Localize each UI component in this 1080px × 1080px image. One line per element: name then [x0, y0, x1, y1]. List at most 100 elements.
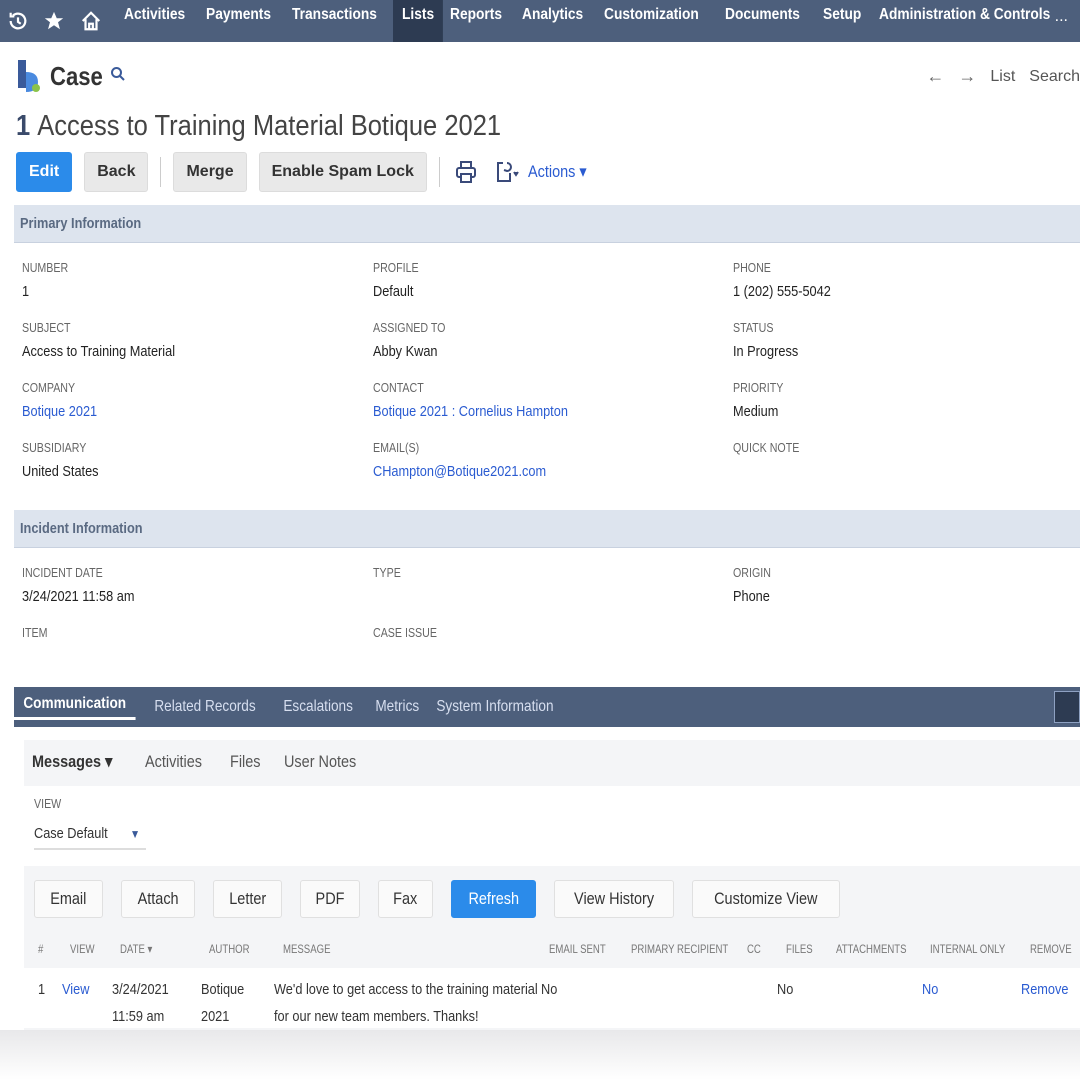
nav-analytics[interactable]: Analytics — [513, 0, 592, 42]
subject-field: SUBJECT Access to Training Material — [22, 320, 176, 360]
tab-system-information[interactable]: System Information — [427, 698, 563, 716]
top-nav-bar: Activities Payments Transactions Lists R… — [0, 0, 1080, 42]
previous-record-icon[interactable]: ← — [926, 66, 944, 87]
row-number: 1 — [38, 981, 46, 998]
record-number: 1 — [16, 110, 31, 142]
message-buttons: Email Attach Letter PDF Fax Refresh View… — [34, 880, 840, 918]
nav-payments[interactable]: Payments — [197, 0, 280, 42]
tab-related-records[interactable]: Related Records — [145, 698, 265, 716]
column-header-internal-only: INTERNAL ONLY — [930, 942, 1006, 956]
incident-information-header[interactable]: Incident Information — [14, 510, 1080, 548]
actions-menu[interactable]: Actions ▾ — [528, 162, 587, 182]
customize-view-button[interactable]: Customize View — [692, 880, 840, 918]
row-files: No — [777, 981, 794, 998]
column-header-remove: REMOVE — [1030, 942, 1072, 956]
quick-note-field: QUICK NOTE — [733, 440, 800, 455]
tab-escalations[interactable]: Escalations — [274, 698, 362, 716]
refresh-button[interactable]: Refresh — [450, 880, 537, 918]
row-email-sent: No — [541, 981, 558, 998]
print-icon[interactable] — [452, 155, 480, 189]
profile-field: PROFILE Default — [373, 260, 419, 300]
incident-date-field: INCIDENT DATE 3/24/2021 11:58 am — [22, 565, 135, 605]
nav-activities[interactable]: Activities — [115, 0, 194, 42]
attach-button[interactable]: Attach — [120, 880, 195, 918]
history-icon[interactable] — [0, 0, 36, 42]
merge-button[interactable]: Merge — [173, 152, 247, 192]
fax-button[interactable]: Fax — [378, 880, 433, 918]
record-type-header: Case — [16, 58, 126, 94]
record-title: Access to Training Material Botique 2021 — [37, 110, 502, 142]
list-link[interactable]: List — [990, 68, 1015, 86]
page-bottom-shadow — [0, 1030, 1080, 1080]
company-link[interactable]: Botique 2021 — [22, 403, 97, 420]
row-author: Botique 2021 — [201, 981, 245, 1025]
column-header-view: VIEW — [70, 942, 95, 956]
column-header-author: AUTHOR — [209, 942, 250, 956]
number-field: NUMBER 1 — [22, 260, 69, 300]
company-field: COMPANY Botique 2021 — [22, 380, 98, 420]
origin-field: ORIGIN Phone — [733, 565, 771, 605]
expand-panel-icon[interactable] — [1054, 691, 1080, 723]
case-record-icon — [18, 60, 40, 92]
row-date: 3/24/2021 11:59 am — [112, 981, 169, 1025]
subsidiary-field: SUBSIDIARY United States — [22, 440, 99, 480]
tab-metrics[interactable]: Metrics — [366, 698, 429, 716]
type-field: TYPE — [373, 565, 401, 580]
nav-reports[interactable]: Reports — [441, 0, 511, 42]
email-button[interactable]: Email — [34, 880, 103, 918]
contact-link[interactable]: Botique 2021 : Cornelius Hampton — [373, 403, 568, 420]
pdf-button[interactable]: PDF — [300, 880, 361, 918]
next-record-icon[interactable]: → — [958, 66, 976, 87]
enable-spam-lock-button[interactable]: Enable Spam Lock — [258, 152, 427, 192]
toolbar-divider — [438, 157, 440, 187]
priority-field: PRIORITY Medium — [733, 380, 784, 420]
record-navigation: ← → List Search — [926, 66, 1080, 87]
edit-button[interactable]: Edit — [16, 152, 73, 192]
document-attach-icon[interactable] — [492, 155, 520, 189]
column-header-cc: CC — [747, 942, 761, 956]
primary-information-header[interactable]: Primary Information — [14, 205, 1080, 243]
view-select[interactable]: Case Default ▼ — [34, 820, 146, 850]
search-link[interactable]: Search — [1029, 68, 1080, 86]
column-header-attachments: ATTACHMENTS — [836, 942, 907, 956]
column-header-date[interactable]: DATE ▾ — [120, 942, 152, 956]
email-link[interactable]: CHampton@Botique2021.com — [373, 463, 546, 480]
tab-files[interactable]: Files — [230, 752, 261, 772]
row-message[interactable]: We'd love to get access to the training … — [274, 976, 538, 1030]
star-icon[interactable] — [36, 0, 72, 42]
row-internal-only: No — [922, 981, 939, 998]
column-header-primary-recipient: PRIMARY RECIPIENT — [631, 942, 729, 956]
message-tabs: Messages ▾ Activities Files User Notes — [32, 752, 369, 772]
row-remove-link[interactable]: Remove — [1021, 976, 1068, 1003]
letter-button[interactable]: Letter — [212, 880, 283, 918]
item-field: ITEM — [22, 625, 48, 640]
home-icon[interactable] — [72, 0, 108, 42]
nav-more-menu[interactable]: ... — [1055, 8, 1068, 26]
view-history-button[interactable]: View History — [554, 880, 675, 918]
nav-administration[interactable]: Administration & Controls — [870, 0, 1059, 42]
nav-documents[interactable]: Documents — [716, 0, 809, 42]
subtab-bar: Communication Related Records Escalation… — [14, 687, 1080, 727]
nav-transactions[interactable]: Transactions — [283, 0, 386, 42]
record-type-label: Case — [50, 60, 103, 91]
nav-lists[interactable]: Lists — [393, 0, 444, 42]
nav-setup[interactable]: Setup — [814, 0, 870, 42]
tab-user-notes[interactable]: User Notes — [284, 752, 356, 772]
status-field: STATUS In Progress — [733, 320, 799, 360]
search-icon[interactable] — [110, 66, 126, 87]
view-filter: VIEW Case Default ▼ — [24, 786, 1080, 866]
phone-field: PHONE 1 (202) 555-5042 — [733, 260, 831, 300]
tab-messages[interactable]: Messages ▾ — [32, 752, 112, 772]
column-header-files: FILES — [786, 942, 813, 956]
row-view-link[interactable]: View — [62, 976, 89, 1003]
back-button[interactable]: Back — [84, 152, 149, 192]
nav-customization[interactable]: Customization — [595, 0, 708, 42]
assigned-to-field: ASSIGNED TO Abby Kwan — [373, 320, 446, 360]
communication-panel: Messages ▾ Activities Files User Notes V… — [24, 740, 1080, 1030]
view-label: VIEW — [34, 796, 62, 811]
column-header-number: # — [38, 942, 44, 956]
contact-field: CONTACT Botique 2021 : Cornelius Hampton — [373, 380, 568, 420]
chevron-down-icon: ▼ — [130, 827, 141, 841]
tab-communication[interactable]: Communication — [14, 695, 136, 720]
tab-activities[interactable]: Activities — [145, 752, 202, 772]
